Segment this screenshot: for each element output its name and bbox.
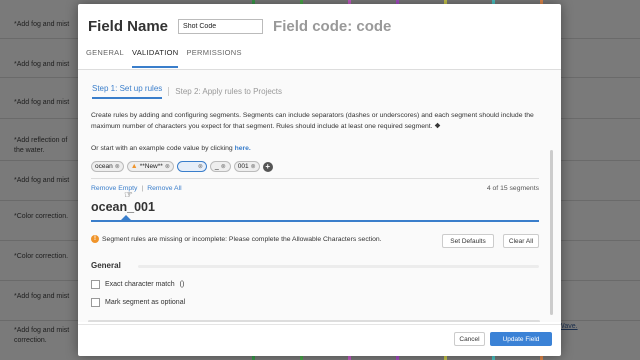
tab-permissions[interactable]: PERMISSIONS (186, 48, 241, 68)
chip-label: _ (214, 163, 219, 170)
bg-row-text[interactable]: *Add fog and mist (14, 326, 84, 336)
remove-icon[interactable]: ⊗ (251, 163, 256, 170)
chip-label: 001 (237, 163, 249, 170)
remove-icon[interactable]: ⊗ (221, 163, 226, 170)
step-2-tab[interactable]: Step 2: Apply rules to Projects (168, 87, 282, 96)
example-line: Or start with an example code value by c… (91, 145, 251, 152)
warning-icon: ▲ (130, 163, 138, 170)
bg-row-text[interactable]: *Add fog and mist (14, 292, 84, 302)
field-name-input[interactable] (178, 18, 264, 34)
example-prefix: Or start with an example code value by c… (91, 145, 233, 152)
chip-label: **New** (139, 163, 163, 170)
segment-chip[interactable]: ▲ **New** ⊗ (126, 161, 174, 172)
exact-match-row: Exact character match () (91, 280, 184, 289)
example-link[interactable]: here. (235, 145, 251, 152)
bg-row-text[interactable]: *Add fog and mist (14, 20, 84, 30)
separator-chip[interactable]: _ ⊗ (209, 161, 231, 172)
segment-chip[interactable]: ocean ⊗ (91, 161, 124, 172)
bg-row-text[interactable]: *Add fog and mist (14, 98, 84, 108)
update-field-button[interactable]: Update Field (490, 332, 552, 346)
optional-label: Mark segment as optional (105, 299, 186, 306)
validation-panel: Step 1: Set up rules Step 2: Apply rules… (78, 70, 561, 322)
step-1-tab[interactable]: Step 1: Set up rules (92, 84, 163, 99)
description-text: Create rules by adding and configuring s… (91, 112, 534, 130)
footer-divider (78, 324, 561, 325)
bg-row-text[interactable]: correction. (14, 336, 84, 346)
add-segment-icon[interactable]: + (262, 161, 273, 172)
remove-icon[interactable]: ⊗ (115, 163, 120, 170)
segment-count: 4 of 15 segments (486, 185, 539, 192)
field-code-label: Field code: code (273, 17, 392, 35)
optional-checkbox[interactable] (91, 298, 100, 307)
bg-row-text[interactable]: *Add fog and mist (14, 176, 84, 186)
horizontal-scrollbar[interactable] (88, 320, 540, 322)
remove-links: Remove Empty | Remove All (91, 185, 182, 192)
section-divider (138, 265, 539, 268)
dialog-header: Field Name Field code: code (88, 16, 391, 36)
general-section-title: General (91, 261, 121, 270)
exact-match-label: Exact character match (105, 281, 175, 288)
link-separator: | (141, 185, 144, 192)
rules-description: Create rules by adding and configuring s… (91, 111, 541, 132)
remove-icon[interactable]: ⊗ (165, 163, 170, 170)
warning-message: ! Segment rules are missing or incomplet… (91, 235, 382, 243)
bg-row-text[interactable]: *Color correction. (14, 212, 84, 222)
bg-row-text[interactable]: *Add fog and mist (14, 60, 84, 70)
remove-all-link[interactable]: Remove All (147, 185, 181, 192)
field-dialog: Field Name Field code: code GENERAL VALI… (78, 4, 561, 356)
bg-row-text[interactable]: *Add reflection of (14, 136, 84, 146)
dialog-title: Field Name (88, 17, 169, 35)
segment-chip-selected[interactable]: ⊗ (176, 161, 207, 172)
help-icon[interactable]: () (180, 281, 185, 288)
clear-all-button[interactable]: Clear All (503, 234, 539, 248)
divider (91, 178, 539, 179)
segment-preview: ocean_001 (91, 200, 155, 214)
bg-row-text[interactable]: the water. (14, 146, 84, 156)
tab-general[interactable]: GENERAL (86, 48, 124, 68)
chip-label: ocean (95, 163, 113, 170)
cancel-button[interactable]: Cancel (454, 332, 485, 346)
vertical-scrollbar[interactable] (550, 150, 553, 315)
warning-icon: ! (91, 235, 99, 243)
tab-validation[interactable]: VALIDATION (131, 48, 179, 68)
segment-underline (91, 220, 539, 222)
info-icon[interactable]: ❖ (434, 122, 440, 133)
exact-match-checkbox[interactable] (91, 280, 100, 289)
warning-text: Segment rules are missing or incomplete:… (102, 235, 382, 243)
segment-chip[interactable]: 001 ⊗ (233, 161, 260, 172)
remove-icon[interactable]: ⊗ (198, 163, 203, 170)
bg-row-text[interactable]: *Color correction. (14, 252, 84, 262)
step-nav: Step 1: Set up rules Step 2: Apply rules… (92, 84, 282, 99)
segment-chips: ocean ⊗ ▲ **New** ⊗ ⊗ _ ⊗ 001 ⊗ + (91, 161, 273, 172)
set-defaults-button[interactable]: Set Defaults (442, 234, 494, 248)
tab-bar: GENERAL VALIDATION PERMISSIONS (86, 48, 242, 68)
optional-row: Mark segment as optional (91, 298, 185, 307)
